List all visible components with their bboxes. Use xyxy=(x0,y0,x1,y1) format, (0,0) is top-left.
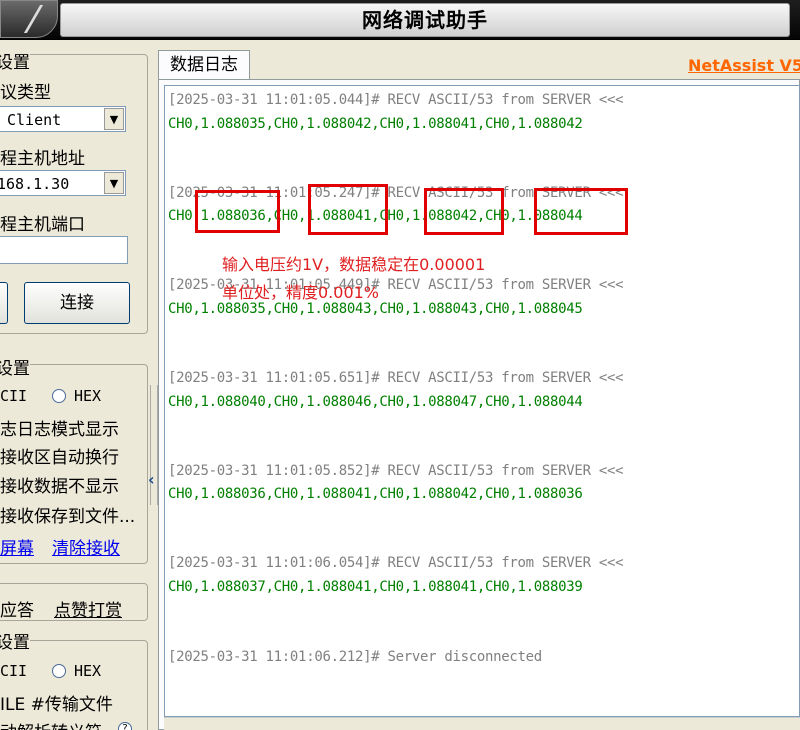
brand-link[interactable]: NetAssist V5.1 xyxy=(688,56,800,75)
highlight-box xyxy=(534,188,628,235)
send-settings-title: 设置 xyxy=(0,628,30,653)
clear-recv-link[interactable]: 清除接收 xyxy=(52,534,120,559)
receive-log[interactable]: [2025-03-31 11:01:05.044]# RECV ASCII/53… xyxy=(164,85,800,717)
host-value: 168.1.30 xyxy=(0,175,70,193)
tab-data-log[interactable]: 数据日志 xyxy=(158,50,250,80)
status-indicator xyxy=(0,282,8,324)
log-header: [2025-03-31 11:01:06.054]# RECV ASCII/53… xyxy=(168,555,624,571)
recv-ascii-label[interactable]: CII xyxy=(0,387,27,405)
log-data: CH0,1.088036,CH0,1.088041,CH0,1.088042,C… xyxy=(168,486,583,502)
app-logo-icon xyxy=(2,5,44,33)
auto-wrap-option[interactable]: 接收区自动换行 xyxy=(0,443,119,468)
send-ascii-label[interactable]: CII xyxy=(0,662,27,680)
highlight-box xyxy=(424,188,504,235)
help-icon[interactable]: ? xyxy=(118,722,132,730)
title-bar: 网络调试助手 xyxy=(0,0,800,40)
chevron-down-icon[interactable]: ▼ xyxy=(104,108,124,130)
file-transfer-option[interactable]: ILE #传输文件 xyxy=(0,690,113,715)
protocol-select[interactable]: Client ▼ xyxy=(0,106,126,132)
recv-hex-label[interactable]: HEX xyxy=(74,387,101,405)
port-label: 程主机端口 xyxy=(0,215,85,235)
network-settings-title: 设置 xyxy=(0,48,30,73)
highlight-box xyxy=(195,190,280,233)
host-label: 程主机地址 xyxy=(0,149,85,169)
chevron-left-icon[interactable]: ‹ xyxy=(148,470,155,489)
log-mode-option[interactable]: 志日志模式显示 xyxy=(0,415,119,440)
send-hex-label[interactable]: HEX xyxy=(74,662,101,680)
app-menu-button[interactable] xyxy=(0,0,58,38)
log-data: CH0,1.088037,CH0,1.088041,CH0,1.088041,C… xyxy=(168,579,583,595)
annotation-line-2: 单位处，精度0.001% xyxy=(222,283,380,302)
escape-option[interactable]: 动解析转义符 xyxy=(0,718,102,730)
window-title: 网络调试助手 xyxy=(60,3,790,37)
tip-link[interactable]: 点赞打赏 xyxy=(54,596,122,621)
recv-hex-radio[interactable] xyxy=(52,389,66,403)
auto-reply-link[interactable]: 应答 xyxy=(0,596,34,621)
protocol-label: 议类型 xyxy=(0,83,51,103)
log-header: [2025-03-31 11:01:05.651]# RECV ASCII/53… xyxy=(168,370,624,386)
host-select[interactable]: 168.1.30 ▼ xyxy=(0,170,126,196)
log-disconnect: [2025-03-31 11:01:06.212]# Server discon… xyxy=(168,649,542,665)
protocol-value: Client xyxy=(7,111,62,129)
hide-data-option[interactable]: 接收数据不显示 xyxy=(0,472,119,497)
log-data: CH0,1.088035,CH0,1.088042,CH0,1.088041,C… xyxy=(168,116,583,132)
send-settings-group xyxy=(0,640,148,730)
save-to-file-option[interactable]: 接收保存到文件... xyxy=(0,502,135,527)
log-header: [2025-03-31 11:01:05.044]# RECV ASCII/53… xyxy=(168,92,624,108)
horizontal-scrollbar[interactable] xyxy=(164,717,800,730)
log-data: CH0,1.088040,CH0,1.088046,CH0,1.088047,C… xyxy=(168,394,583,410)
log-header: [2025-03-31 11:01:05.852]# RECV ASCII/53… xyxy=(168,463,624,479)
highlight-box xyxy=(308,184,388,235)
annotation-line-1: 输入电压约1V，数据稳定在0.00001 xyxy=(222,255,486,274)
chevron-down-icon[interactable]: ▼ xyxy=(104,172,124,194)
port-input[interactable] xyxy=(0,236,128,264)
send-hex-radio[interactable] xyxy=(52,664,66,678)
left-panel: 设置 议类型 Client ▼ 程主机地址 168.1.30 ▼ 程主机端口 连… xyxy=(0,40,148,730)
recv-settings-title: 设置 xyxy=(0,354,30,379)
clear-screen-link[interactable]: 屏幕 xyxy=(0,534,34,559)
connect-button[interactable]: 连接 xyxy=(24,282,130,324)
log-data: CH0,1.088035,CH0,1.088043,CH0,1.088043,C… xyxy=(168,301,583,317)
